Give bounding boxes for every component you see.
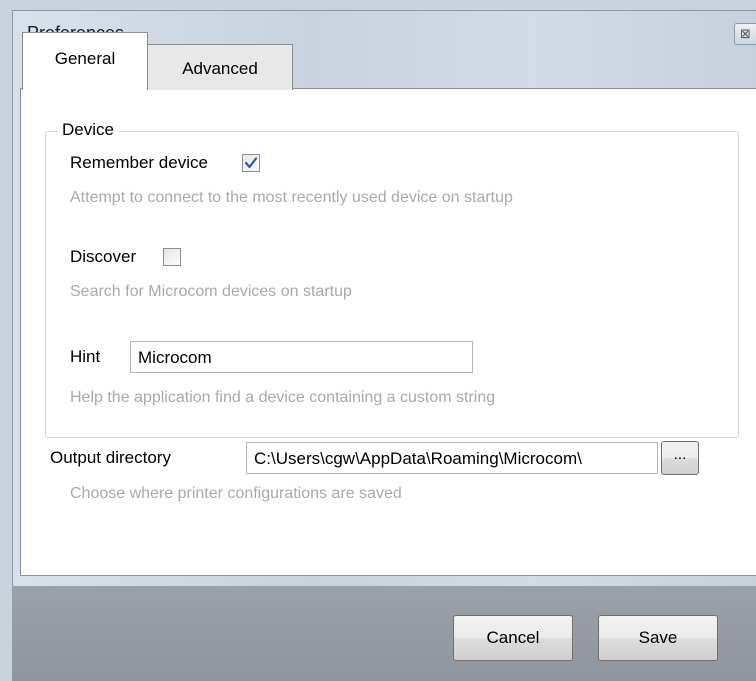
button-bar: Cancel Save: [12, 586, 756, 681]
checkmark-icon: [244, 157, 258, 169]
tab-advanced[interactable]: Advanced: [148, 44, 293, 90]
output-directory-label: Output directory: [50, 448, 171, 467]
cancel-button[interactable]: Cancel: [453, 615, 573, 661]
remember-device-checkbox[interactable]: [242, 154, 260, 172]
hint-label: Hint: [70, 347, 101, 366]
hint-input[interactable]: Microcom: [130, 341, 473, 373]
save-button[interactable]: Save: [598, 615, 718, 661]
general-tab-panel: Device Remember device Attempt to connec…: [20, 88, 756, 576]
device-group-label: Device: [58, 120, 118, 140]
discover-hint: Search for Microcom devices on startup: [70, 283, 352, 300]
discover-checkbox[interactable]: [163, 248, 181, 266]
device-group: Device Remember device Attempt to connec…: [45, 120, 739, 438]
discover-label: Discover: [70, 247, 137, 266]
remember-device-hint: Attempt to connect to the most recently …: [70, 189, 513, 206]
output-directory-hint: Choose where printer configurations are …: [70, 485, 402, 502]
hint-field-hint: Help the application find a device conta…: [70, 389, 496, 406]
browse-button[interactable]: ...: [661, 441, 699, 475]
tab-general[interactable]: General: [22, 32, 148, 90]
tab-strip: General Advanced: [12, 32, 756, 90]
remember-device-label: Remember device: [70, 153, 208, 172]
output-directory-input[interactable]: C:\Users\cgw\AppData\Roaming\Microcom\: [246, 442, 658, 474]
